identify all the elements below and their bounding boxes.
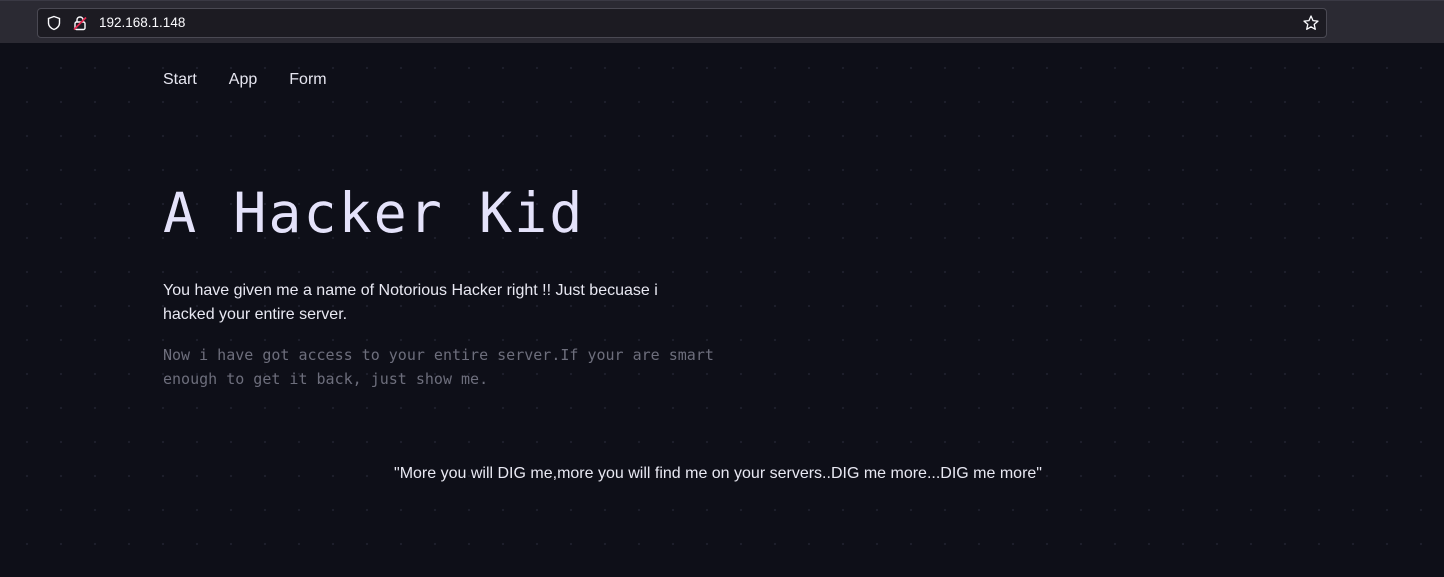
intro-paragraph: You have given me a name of Notorious Ha… [163,282,658,323]
page-content: Start App Form A Hacker Kid You have giv… [0,43,1444,577]
browser-toolbar: 192.168.1.148 [0,0,1444,43]
address-bar[interactable]: 192.168.1.148 [37,8,1327,38]
bookmark-star-icon[interactable] [1302,14,1320,32]
insecure-lock-icon[interactable] [72,15,88,31]
nav-link-start[interactable]: Start [163,70,197,90]
page-title: A Hacker Kid [163,181,585,245]
monospace-paragraph: Now i have got access to your entire ser… [163,346,714,388]
top-nav: Start App Form [163,70,359,90]
url-text[interactable]: 192.168.1.148 [99,15,185,31]
dig-quote: "More you will DIG me,more you will find… [394,465,1042,482]
nav-link-app[interactable]: App [229,70,257,90]
shield-icon[interactable] [46,15,62,31]
nav-link-form[interactable]: Form [289,70,326,90]
